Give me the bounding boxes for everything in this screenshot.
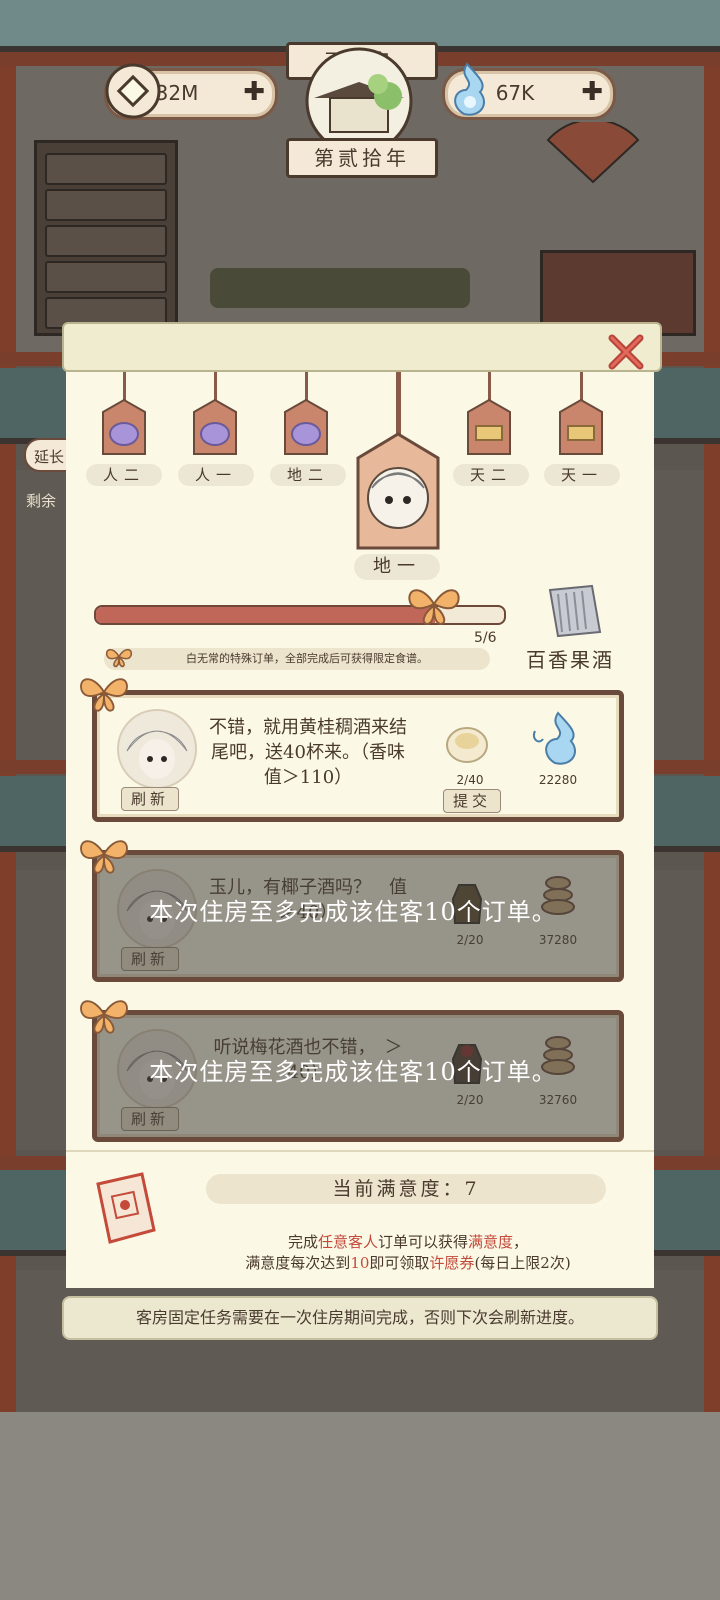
satisfaction-title: 当前满意度：7 xyxy=(206,1174,606,1204)
blue-flame-gourd-icon xyxy=(454,62,485,116)
reward-recipe-name: 百香果酒 xyxy=(526,648,614,672)
current-tier-label: 地一 xyxy=(354,554,440,580)
wish-voucher-icon xyxy=(96,1172,156,1244)
tier-tag-tian1[interactable] xyxy=(556,398,606,456)
drawer-cabinet xyxy=(34,140,178,336)
order-card: 刷新 不错，就用黄桂稠酒来结尾吧，送40杯来。（香味值＞110） 2/40 22… xyxy=(92,690,624,822)
tier-tag-ren1[interactable] xyxy=(190,398,240,456)
butterfly-icon xyxy=(80,678,128,712)
order-reward-value: 32760 xyxy=(538,1093,578,1107)
square-hole-coin-icon xyxy=(105,63,161,119)
progress-text: 5/6 xyxy=(474,630,497,646)
butterfly-icon xyxy=(80,840,128,874)
hud-year-label: 第贰拾年 xyxy=(286,138,438,178)
order-limit-message: 本次住房至多完成该住客10个订单。 xyxy=(149,1058,557,1086)
butterfly-icon xyxy=(80,1000,128,1034)
order-reward-value: 37280 xyxy=(538,933,578,947)
blue-spirit-reward-icon xyxy=(533,711,576,765)
scroll-top-rod xyxy=(62,322,662,372)
close-icon[interactable] xyxy=(604,330,648,374)
sat-text: 完成 xyxy=(287,1233,318,1251)
order-dialog: 不错，就用黄桂稠酒来结尾吧，送40杯来。（香味值＞110） xyxy=(209,717,407,788)
current-tier-tag[interactable] xyxy=(354,432,442,550)
order-reward-value: 22280 xyxy=(538,773,578,787)
tag-string xyxy=(305,372,308,400)
gold-box-icon xyxy=(567,425,595,441)
add-spirit-button[interactable]: ✚ xyxy=(581,77,603,107)
tag-string xyxy=(214,372,217,400)
sat-text: ， xyxy=(513,1233,529,1251)
guest-portrait-icon xyxy=(367,467,429,529)
tier-tag-di2[interactable] xyxy=(281,398,331,456)
sat-text: (每日上限2次) xyxy=(474,1254,571,1272)
order-progress-count: 2/20 xyxy=(456,933,484,947)
order-progress-count: 2/40 xyxy=(456,773,484,787)
sat-highlight: 10 xyxy=(350,1254,370,1272)
satisfaction-description: 完成任意客人订单可以获得满意度， 满意度每次达到10即可领取许愿券(每日上限2次… xyxy=(188,1232,628,1274)
purple-bundle-icon xyxy=(200,422,230,446)
tier-label: 天二 xyxy=(453,464,529,486)
remaining-label: 剩余 xyxy=(26,492,57,510)
submit-order-button[interactable]: 提交 xyxy=(443,789,501,813)
refresh-order-button[interactable]: 刷新 xyxy=(121,947,179,971)
purple-bundle-icon xyxy=(291,422,321,446)
sat-highlight: 满意度 xyxy=(468,1233,514,1251)
sat-highlight: 许愿券 xyxy=(429,1254,475,1272)
tier-label: 人二 xyxy=(86,464,162,486)
empty-area xyxy=(0,1412,720,1600)
butterfly-progress-marker-icon xyxy=(408,589,460,626)
tag-string xyxy=(123,372,126,400)
add-coins-button[interactable]: ✚ xyxy=(243,77,265,107)
sat-text: 即可领取 xyxy=(369,1254,430,1272)
order-limit-message: 本次住房至多完成该住客10个订单。 xyxy=(149,898,557,926)
order-progress-count: 2/20 xyxy=(456,1093,484,1107)
osmanthus-wine-bowl-icon xyxy=(446,727,488,763)
tier-tag-ren2[interactable] xyxy=(99,398,149,456)
white-haired-guest-icon xyxy=(126,730,188,779)
refresh-order-button[interactable]: 刷新 xyxy=(121,787,179,811)
progress-fill xyxy=(96,607,435,623)
sat-text: 订单可以获得 xyxy=(377,1233,468,1251)
sat-highlight: 任意客人 xyxy=(317,1233,378,1251)
gold-box-icon xyxy=(475,425,503,441)
purple-bundle-icon xyxy=(109,422,139,446)
tier-label: 地二 xyxy=(270,464,346,486)
refresh-order-button[interactable]: 刷新 xyxy=(121,1107,179,1131)
big-tag-rope xyxy=(396,372,401,434)
room-task-footer: 客房固定任务需要在一次住房期间完成，否则下次会刷新进度。 xyxy=(62,1296,658,1340)
tag-string xyxy=(488,372,491,400)
recipe-scroll-icon[interactable] xyxy=(544,582,606,638)
folding-fan-icon xyxy=(546,122,640,184)
guest-avatar xyxy=(117,709,197,789)
sat-text: 满意度每次达到 xyxy=(245,1254,351,1272)
tier-tag-tian2[interactable] xyxy=(464,398,514,456)
bottom-wall xyxy=(16,1270,704,1412)
special-order-hint: 白无常的特殊订单，全部完成后可获得限定食谱。 xyxy=(104,648,490,670)
extend-tab[interactable]: 延长 xyxy=(24,438,72,472)
butterfly-icon xyxy=(105,648,133,668)
tier-label: 天一 xyxy=(544,464,620,486)
tag-string xyxy=(580,372,583,400)
daybed xyxy=(210,268,470,308)
tier-label: 人一 xyxy=(178,464,254,486)
